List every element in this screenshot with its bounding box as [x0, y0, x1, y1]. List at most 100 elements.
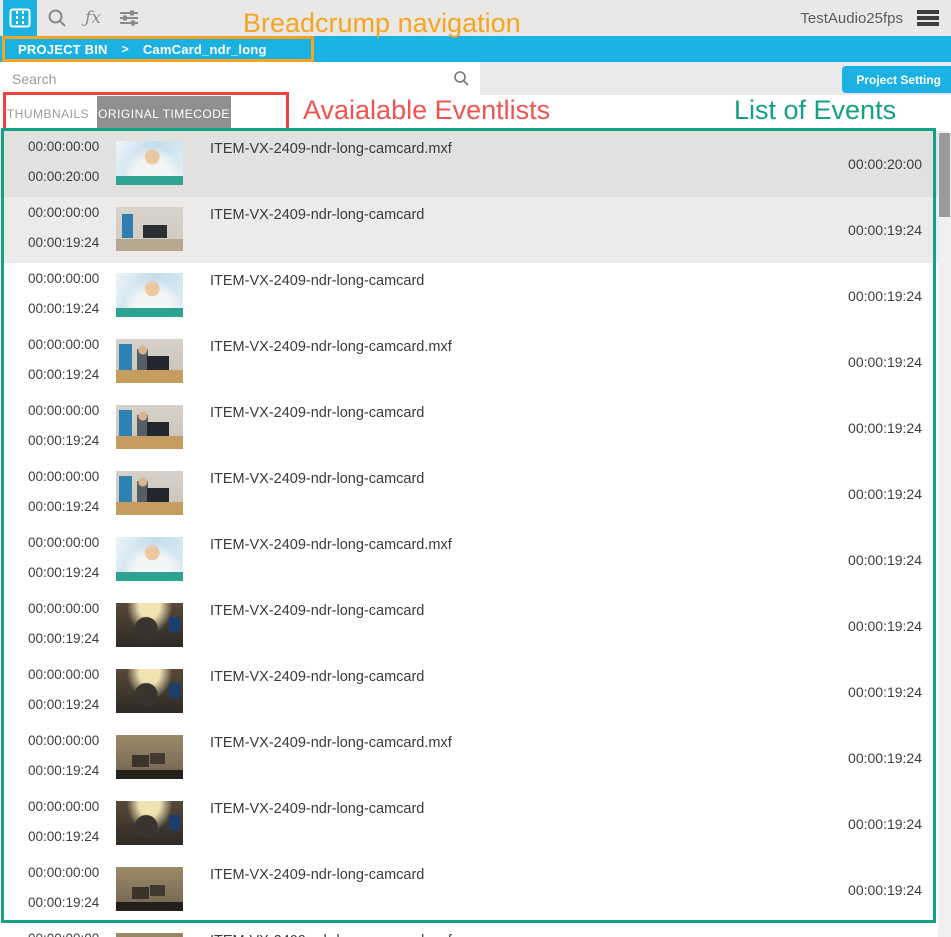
timecode-column: 00:00:00:00 00:00:19:24	[28, 863, 99, 912]
event-duration: 00:00:19:24	[848, 485, 922, 504]
timecode-column: 00:00:00:00 00:00:19:24	[28, 335, 99, 384]
event-duration: 00:00:19:24	[848, 353, 922, 372]
event-thumbnail[interactable]	[116, 273, 183, 317]
event-duration: 00:00:20:00	[848, 155, 922, 174]
event-thumbnail[interactable]	[116, 735, 183, 779]
breadcrumb-camcard-ndr-long[interactable]: CamCard_ndr_long	[143, 42, 267, 57]
event-tc-out: 00:00:19:24	[28, 695, 99, 714]
event-duration: 00:00:19:24	[848, 617, 922, 636]
script-fx-tool-button[interactable]: ƒx	[76, 0, 110, 36]
event-tc-in: 00:00:00:00	[28, 335, 99, 354]
event-tc-in: 00:00:00:00	[28, 863, 99, 882]
search-input[interactable]	[0, 62, 480, 95]
event-tc-in: 00:00:00:00	[28, 665, 99, 684]
event-thumbnail[interactable]	[116, 405, 183, 449]
event-name: ITEM-VX-2409-ndr-long-camcard	[210, 470, 424, 489]
menu-icon[interactable]	[917, 10, 939, 26]
list-scrollbar[interactable]	[938, 131, 951, 937]
media-logger-window: ƒx TestAudio25fps PROJECT BIN > CamCard_…	[0, 0, 951, 937]
filter-sliders-tool-button[interactable]	[112, 0, 146, 36]
event-tc-in: 00:00:00:00	[28, 137, 99, 156]
event-name: ITEM-VX-2409-ndr-long-camcard	[210, 206, 424, 225]
project-title: TestAudio25fps	[800, 0, 903, 36]
search-icon	[47, 8, 67, 28]
timecode-column: 00:00:00:00 00:00:20:00	[28, 137, 99, 186]
event-thumbnail[interactable]	[116, 867, 183, 911]
event-thumbnail[interactable]	[116, 669, 183, 713]
event-duration: 00:00:19:24	[848, 419, 922, 438]
event-thumbnail[interactable]	[116, 537, 183, 581]
event-thumbnail[interactable]	[116, 207, 183, 251]
timecode-column: 00:00:00:00 00:00:19:24	[28, 533, 99, 582]
event-row[interactable]: 00:00:00:00 00:00:19:24 ITEM-VX-2409-ndr…	[0, 725, 938, 791]
event-thumbnail[interactable]	[116, 141, 183, 185]
event-row[interactable]: 00:00:00:00 00:00:19:24 ITEM-VX-2409-ndr…	[0, 857, 938, 923]
event-row[interactable]: 00:00:00:00 00:00:19:24 ITEM-VX-2409-ndr…	[0, 263, 938, 329]
event-tc-out: 00:00:19:24	[28, 365, 99, 384]
chevron-right-icon: >	[122, 42, 129, 56]
event-thumbnail[interactable]	[116, 603, 183, 647]
event-tc-in: 00:00:00:00	[28, 269, 99, 288]
event-name: ITEM-VX-2409-ndr-long-camcard	[210, 602, 424, 621]
event-tc-in: 00:00:00:00	[28, 929, 99, 937]
project-setting-button[interactable]: Project Setting	[842, 66, 951, 93]
event-row[interactable]: 00:00:00:00 00:00:19:24 ITEM-VX-2409-ndr…	[0, 791, 938, 857]
event-thumbnail[interactable]	[116, 339, 183, 383]
bin-view-button[interactable]	[3, 0, 37, 36]
search-tool-button[interactable]	[40, 0, 74, 36]
event-tc-in: 00:00:00:00	[28, 731, 99, 750]
event-duration: 00:00:19:24	[848, 683, 922, 702]
event-row[interactable]: 00:00:00:00 00:00:19:24 ITEM-VX-2409-ndr…	[0, 659, 938, 725]
event-duration: 00:00:19:24	[848, 551, 922, 570]
event-row[interactable]: 00:00:00:00 00:00:19:24 ITEM-VX-2409-ndr…	[0, 197, 938, 263]
event-row[interactable]: 00:00:00:00 00:00:19:24 ITEM-VX-2409-ndr…	[0, 329, 938, 395]
timecode-column: 00:00:00:00 00:00:19:24	[28, 731, 99, 780]
event-duration: 00:00:19:24	[848, 881, 922, 900]
event-duration: 00:00:19:24	[848, 749, 922, 768]
event-name: ITEM-VX-2409-ndr-long-camcard	[210, 404, 424, 423]
event-name: ITEM-VX-2409-ndr-long-camcard	[210, 800, 424, 819]
event-row[interactable]: 00:00:00:00 ITEM-VX-2409-ndr-long-camcar…	[0, 923, 938, 937]
event-tc-out: 00:00:19:24	[28, 893, 99, 912]
timecode-column: 00:00:00:00 00:00:19:24	[28, 467, 99, 516]
event-tc-out: 00:00:19:24	[28, 563, 99, 582]
event-thumbnail[interactable]	[116, 801, 183, 845]
event-thumbnail[interactable]	[116, 933, 183, 937]
event-tc-out: 00:00:20:00	[28, 167, 99, 186]
event-name: ITEM-VX-2409-ndr-long-camcard.mxf	[210, 338, 452, 357]
scrollbar-thumb[interactable]	[939, 133, 950, 217]
tab-original-timecode[interactable]: ORIGINAL TIMECODE	[97, 96, 231, 131]
top-toolbar: ƒx TestAudio25fps	[0, 0, 951, 36]
breadcrumb-project-bin[interactable]: PROJECT BIN	[18, 42, 108, 57]
breadcrumb: PROJECT BIN > CamCard_ndr_long	[0, 36, 951, 62]
timecode-column: 00:00:00:00 00:00:19:24	[28, 665, 99, 714]
event-name: ITEM-VX-2409-ndr-long-camcard	[210, 668, 424, 687]
event-tc-out: 00:00:19:24	[28, 497, 99, 516]
search-box	[0, 62, 480, 95]
script-fx-icon: ƒx	[85, 8, 101, 28]
event-name: ITEM-VX-2409-ndr-long-camcard.mxf	[210, 536, 452, 555]
event-duration: 00:00:19:24	[848, 287, 922, 306]
event-tc-in: 00:00:00:00	[28, 599, 99, 618]
timecode-column: 00:00:00:00 00:00:19:24	[28, 203, 99, 252]
event-row[interactable]: 00:00:00:00 00:00:19:24 ITEM-VX-2409-ndr…	[0, 593, 938, 659]
search-row: Project Setting	[0, 62, 951, 95]
event-thumbnail[interactable]	[116, 471, 183, 515]
timecode-column: 00:00:00:00 00:00:19:24	[28, 401, 99, 450]
event-row[interactable]: 00:00:00:00 00:00:19:24 ITEM-VX-2409-ndr…	[0, 527, 938, 593]
event-tc-out: 00:00:19:24	[28, 431, 99, 450]
sliders-icon	[119, 9, 139, 27]
event-row[interactable]: 00:00:00:00 00:00:19:24 ITEM-VX-2409-ndr…	[0, 395, 938, 461]
timecode-column: 00:00:00:00 00:00:19:24	[28, 599, 99, 648]
eventlist-tabs: THUMBNAILS ORIGINAL TIMECODE	[0, 95, 951, 131]
event-tc-in: 00:00:00:00	[28, 797, 99, 816]
event-name: ITEM-VX-2409-ndr-long-camcard.mxf	[210, 734, 452, 753]
event-tc-in: 00:00:00:00	[28, 533, 99, 552]
event-row[interactable]: 00:00:00:00 00:00:20:00 ITEM-VX-2409-ndr…	[0, 131, 938, 197]
event-tc-out: 00:00:19:24	[28, 299, 99, 318]
event-name: ITEM-VX-2409-ndr-long-camcard.mxf	[210, 932, 452, 937]
event-tc-out: 00:00:19:24	[28, 827, 99, 846]
tab-thumbnails[interactable]: THUMBNAILS	[0, 96, 96, 131]
event-row[interactable]: 00:00:00:00 00:00:19:24 ITEM-VX-2409-ndr…	[0, 461, 938, 527]
timecode-column: 00:00:00:00 00:00:19:24	[28, 797, 99, 846]
